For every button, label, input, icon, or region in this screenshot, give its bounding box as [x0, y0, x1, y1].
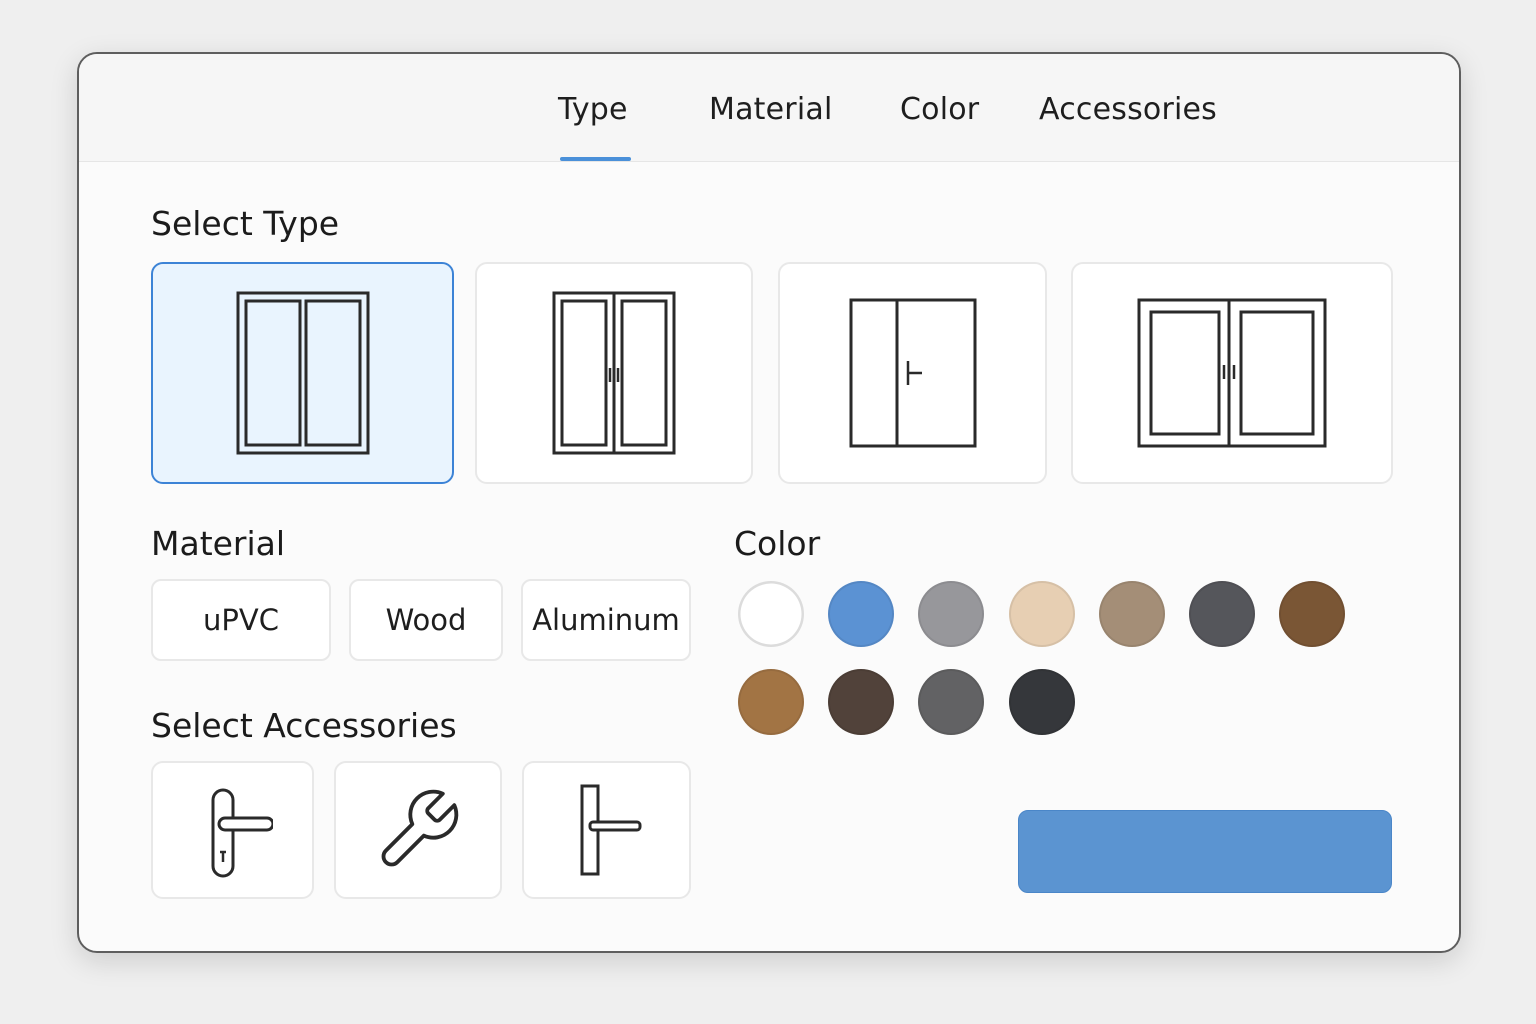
sliding-window-icon [1137, 298, 1327, 448]
tab-type[interactable]: Type [558, 92, 628, 127]
type-option-double-door[interactable] [475, 262, 753, 484]
primary-action-button[interactable] [1018, 810, 1392, 893]
material-aluminum-button[interactable]: Aluminum [521, 579, 691, 661]
active-tab-indicator [560, 157, 631, 161]
color-swatch-graphite[interactable] [918, 669, 984, 735]
configurator-window: Type Material Color Accessories Select T… [77, 52, 1461, 953]
color-heading: Color [734, 524, 821, 563]
wrench-icon [381, 789, 459, 867]
tab-color[interactable]: Color [900, 92, 979, 127]
double-door-with-handles-icon [552, 291, 676, 455]
accessory-door-handle[interactable] [151, 761, 314, 899]
material-heading: Material [151, 524, 286, 563]
color-swatch-brown[interactable] [1279, 581, 1345, 647]
tab-material[interactable]: Material [709, 92, 832, 127]
type-option-door-sidelight[interactable] [778, 262, 1047, 484]
door-with-sidelight-icon [849, 298, 976, 448]
tab-bar: Type Material Color Accessories [79, 54, 1459, 162]
color-swatch-dark-brown[interactable] [828, 669, 894, 735]
color-swatch-blue[interactable] [828, 581, 894, 647]
lever-handle-icon [580, 784, 641, 876]
accessory-lever-handle[interactable] [522, 761, 691, 899]
select-type-heading: Select Type [151, 204, 340, 243]
door-handle-with-lock-icon [211, 788, 273, 878]
color-swatch-oak[interactable] [738, 669, 804, 735]
tab-accessories[interactable]: Accessories [1039, 92, 1217, 127]
type-option-double-casement[interactable] [151, 262, 454, 484]
color-swatch-dark-gray[interactable] [1189, 581, 1255, 647]
material-upvc-button[interactable]: uPVC [151, 579, 331, 661]
color-swatch-anthracite[interactable] [1009, 669, 1075, 735]
color-swatch-white[interactable] [738, 581, 804, 647]
color-swatch-taupe[interactable] [1099, 581, 1165, 647]
accessory-tool[interactable] [334, 761, 502, 899]
select-accessories-heading: Select Accessories [151, 706, 457, 745]
type-option-sliding-window[interactable] [1071, 262, 1393, 484]
color-swatch-beige[interactable] [1009, 581, 1075, 647]
color-swatch-gray[interactable] [918, 581, 984, 647]
double-casement-window-icon [236, 291, 369, 455]
material-wood-button[interactable]: Wood [349, 579, 503, 661]
